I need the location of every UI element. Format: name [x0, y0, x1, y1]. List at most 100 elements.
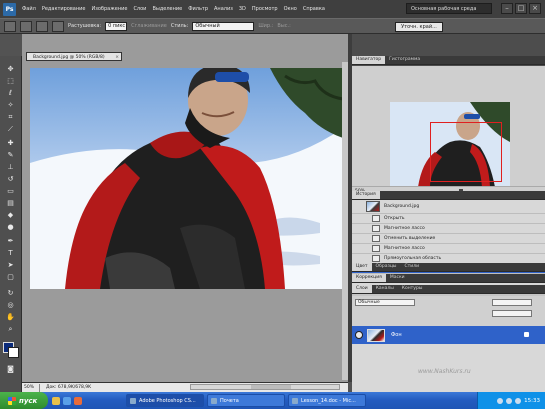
tab-color[interactable]: Цвет	[352, 263, 372, 271]
horizontal-scroll-thumb[interactable]	[251, 385, 291, 389]
background-color-swatch[interactable]	[8, 347, 19, 358]
zoom-level[interactable]: 50%	[22, 383, 40, 392]
taskbar-item-photoshop[interactable]: Adobe Photoshop CS...	[126, 394, 204, 407]
refine-edge-button[interactable]: Уточн. край...	[395, 22, 443, 32]
tool-preset-icon[interactable]	[4, 20, 16, 32]
menu-window[interactable]: Окно	[281, 6, 300, 12]
windows-flag-icon	[8, 396, 16, 405]
new-selection-icon[interactable]	[20, 20, 32, 32]
blur-tool-icon[interactable]: ◆	[3, 210, 18, 220]
menu-file[interactable]: Файл	[19, 6, 39, 12]
blend-mode-select[interactable]: Обычные	[355, 299, 415, 306]
antialias-checkbox[interactable]: Сглаживание	[131, 23, 167, 29]
navigator-view-frame[interactable]	[430, 122, 502, 182]
pen-tool-icon[interactable]: ✒	[3, 236, 18, 246]
lasso-tool-icon[interactable]: ℓ	[3, 88, 18, 98]
healing-brush-icon[interactable]: ✚	[3, 138, 18, 148]
tab-histogram[interactable]: Гистограмма	[385, 56, 424, 64]
workspace-switcher[interactable]: Основная рабочая среда	[406, 3, 492, 14]
type-tool-icon[interactable]: T	[3, 248, 18, 258]
taskbar-item-mail[interactable]: Почета	[207, 394, 285, 407]
add-selection-icon[interactable]	[36, 20, 48, 32]
layer-name: Фон	[391, 332, 402, 338]
language-icon[interactable]	[515, 397, 522, 404]
opacity-field[interactable]	[492, 299, 532, 306]
history-item-label: Прямоугольная область	[384, 256, 442, 261]
tab-history[interactable]: История	[352, 191, 380, 199]
tab-styles[interactable]: Стили	[401, 263, 424, 271]
history-item[interactable]: Открыть	[352, 214, 545, 224]
3d-orbit-icon[interactable]: ◎	[3, 300, 18, 310]
folder-icon[interactable]	[52, 396, 60, 405]
path-select-icon[interactable]: ➤	[3, 260, 18, 270]
menu-layers[interactable]: Слои	[130, 6, 149, 12]
layer-row[interactable]: Фон	[352, 326, 545, 344]
media-icon[interactable]	[74, 396, 82, 405]
quick-mask-icon[interactable]: ◙	[3, 364, 18, 374]
magic-wand-icon[interactable]: ✧	[3, 100, 18, 110]
horizontal-scrollbar[interactable]	[190, 384, 340, 390]
history-snapshot[interactable]: Background.jpg	[352, 200, 545, 214]
gradient-tool-icon[interactable]: ▤	[3, 198, 18, 208]
close-button[interactable]: ×	[529, 3, 541, 14]
tab-swatches[interactable]: Образцы	[372, 263, 401, 271]
style-label: Стиль:	[170, 23, 189, 29]
system-tray: 15:33	[477, 392, 545, 409]
eraser-icon[interactable]: ▭	[3, 186, 18, 196]
menu-analysis[interactable]: Анализ	[211, 6, 236, 12]
taskbar-item-label: Lesson_14.doc - Mic...	[301, 397, 356, 404]
history-item-label: Магнитное лассо	[384, 246, 425, 251]
menu-3d[interactable]: 3D	[236, 6, 249, 12]
menu-select[interactable]: Выделение	[149, 6, 185, 12]
quick-launch	[52, 396, 82, 405]
history-step-icon	[372, 215, 380, 222]
menu-edit[interactable]: Редактирование	[39, 6, 89, 12]
history-brush-icon[interactable]: ↺	[3, 174, 18, 184]
eye-icon[interactable]	[355, 331, 363, 339]
menu-view[interactable]: Просмотр	[249, 6, 281, 12]
brush-tool-icon[interactable]: ✎	[3, 150, 18, 160]
minimize-button[interactable]: –	[501, 3, 513, 14]
maximize-button[interactable]: □	[515, 3, 527, 14]
tab-paths[interactable]: Контуры	[398, 285, 427, 293]
fill-field[interactable]	[492, 310, 532, 317]
subtract-selection-icon[interactable]	[52, 20, 64, 32]
document-tab[interactable]: Background.jpg @ 50% (RGB/8) ×	[26, 52, 122, 61]
marquee-tool-icon[interactable]: ⬚	[3, 76, 18, 86]
menu-help[interactable]: Справка	[300, 6, 328, 12]
canvas-photo[interactable]	[30, 68, 343, 289]
dodge-tool-icon[interactable]: ●	[3, 222, 18, 232]
menu-filter[interactable]: Фильтр	[185, 6, 211, 12]
navigator-preview[interactable]	[390, 102, 510, 187]
close-icon[interactable]: ×	[115, 53, 119, 60]
history-item[interactable]: Магнитное лассо	[352, 244, 545, 254]
clock[interactable]: 15:33	[524, 398, 540, 404]
tab-adjustments[interactable]: Коррекция	[352, 274, 386, 282]
document-size-status: Док: 678,9K/678,9K	[46, 385, 92, 390]
eyedropper-icon[interactable]: ⟋	[3, 124, 18, 134]
history-item[interactable]: Магнитное лассо	[352, 224, 545, 234]
zoom-tool-icon[interactable]: ⌕	[3, 324, 18, 334]
adjustments-panel-header: Коррекция Маски	[352, 274, 545, 283]
clone-stamp-icon[interactable]: ⊥	[3, 162, 18, 172]
taskbar-item-word[interactable]: Lesson_14.doc - Mic...	[288, 394, 366, 407]
history-step-icon	[372, 225, 380, 232]
feather-input[interactable]: 0 пикс	[105, 21, 128, 31]
tab-channels[interactable]: Каналы	[372, 285, 398, 293]
tab-layers[interactable]: Слои	[352, 285, 372, 293]
volume-icon[interactable]	[506, 397, 513, 404]
3d-rotate-icon[interactable]: ↻	[3, 288, 18, 298]
move-tool-icon[interactable]: ✥	[3, 64, 18, 74]
crop-tool-icon[interactable]: ⌗	[3, 112, 18, 122]
tab-navigator[interactable]: Навигатор	[352, 56, 386, 64]
style-select[interactable]: Обычный	[192, 21, 255, 31]
photo-image	[30, 68, 343, 289]
browser-icon[interactable]	[63, 396, 71, 405]
history-item[interactable]: Отменить выделение	[352, 234, 545, 244]
shape-tool-icon[interactable]: ▢	[3, 272, 18, 282]
tab-masks[interactable]: Маски	[386, 274, 409, 282]
menu-image[interactable]: Изображение	[88, 6, 130, 12]
start-button[interactable]: пуск	[0, 392, 48, 409]
hand-tool-icon[interactable]: ✋	[3, 312, 18, 322]
network-icon[interactable]	[497, 397, 504, 404]
